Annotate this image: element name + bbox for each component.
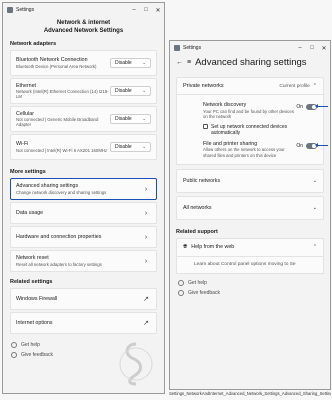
help-icon bbox=[178, 279, 184, 286]
item-title: Windows Firewall bbox=[16, 295, 58, 302]
auto-setup-checkbox[interactable] bbox=[203, 124, 208, 130]
windows-firewall-item[interactable]: Windows Firewall ↗ bbox=[10, 288, 157, 310]
get-help-link[interactable]: Get help bbox=[170, 279, 330, 286]
disable-dropdown[interactable]: Disable ⌄ bbox=[110, 142, 151, 152]
file-printer-sharing-setting: File and printer sharing Allow others on… bbox=[183, 141, 328, 158]
page-header: Network & internet Advanced Network Sett… bbox=[3, 19, 164, 35]
chevron-down-icon: ⌄ bbox=[142, 116, 146, 121]
maximize-icon[interactable]: □ bbox=[140, 3, 152, 17]
setting-desc: Allow others on the network to access yo… bbox=[203, 147, 285, 158]
network-reset-item[interactable]: Network reset Reset all network adapters… bbox=[10, 250, 157, 272]
adapter-desc: Bluetooth Device (Personal Area Network) bbox=[16, 63, 97, 69]
hardware-connection-properties-item[interactable]: Hardware and connection properties › bbox=[10, 226, 157, 248]
advanced-sharing-settings-item[interactable]: Advanced sharing settings Change network… bbox=[10, 178, 157, 200]
back-arrow-icon[interactable]: ← bbox=[176, 59, 183, 66]
setting-desc: Your PC can find and be found by other d… bbox=[203, 108, 294, 119]
page-title: Advanced sharing settings bbox=[195, 57, 307, 68]
minimize-icon[interactable]: – bbox=[128, 3, 140, 17]
minimize-icon[interactable]: – bbox=[294, 41, 306, 55]
title-bar: Settings – □ ✕ bbox=[170, 41, 330, 55]
close-icon[interactable]: ✕ bbox=[152, 3, 164, 17]
adapter-desc: Network (Intel(R) Ethernet Connection (1… bbox=[16, 89, 109, 100]
disable-dropdown[interactable]: Disable ⌄ bbox=[110, 58, 151, 68]
help-from-web-label: Help from the web bbox=[191, 244, 235, 251]
auto-setup-checkbox-row[interactable]: Set up network connected devices automat… bbox=[183, 124, 317, 136]
app-title: Settings bbox=[183, 45, 202, 51]
annotation-arrow-icon bbox=[315, 142, 328, 147]
item-desc: Reset all network adapters to factory se… bbox=[16, 261, 102, 267]
adapter-card-cellular[interactable]: Cellular Not connected | Generic Mobile … bbox=[10, 106, 157, 132]
toggle-state: On bbox=[296, 104, 303, 110]
external-link-icon: ↗ bbox=[143, 320, 149, 327]
title-bar: Settings – □ ✕ bbox=[3, 3, 164, 17]
private-networks-title: Private networks bbox=[183, 83, 224, 89]
current-profile-label: Current profile bbox=[279, 83, 310, 89]
globe-icon: 🌐︎ bbox=[183, 243, 188, 250]
app-title: Settings bbox=[16, 7, 35, 13]
data-usage-item[interactable]: Data usage › bbox=[10, 202, 157, 224]
all-networks-expander[interactable]: All networks ⌄ bbox=[176, 195, 324, 220]
external-link-icon: ↗ bbox=[143, 296, 149, 303]
settings-app-icon bbox=[7, 7, 13, 13]
section-more-settings: More settings bbox=[10, 169, 46, 175]
hamburger-menu-icon[interactable]: ≡ bbox=[187, 59, 191, 66]
chevron-right-icon: › bbox=[144, 209, 148, 217]
settings-app-icon bbox=[174, 45, 180, 51]
item-title: Hardware and connection properties bbox=[16, 233, 102, 240]
private-networks-header[interactable]: Private networks Current profile ⌃ bbox=[176, 77, 324, 95]
chevron-up-icon: ⌃ bbox=[312, 244, 317, 251]
close-icon[interactable]: ✕ bbox=[318, 41, 330, 55]
chevron-down-icon: ⌄ bbox=[142, 88, 146, 93]
item-desc: Change network discovery and sharing set… bbox=[16, 189, 107, 195]
section-network-adapters: Network adapters bbox=[10, 41, 57, 47]
checkbox-label: Set up network connected devices automat… bbox=[211, 123, 288, 136]
maximize-icon[interactable]: □ bbox=[306, 41, 318, 55]
adapter-desc: Not connected | Generic Mobile Broadband… bbox=[16, 117, 99, 128]
disable-dropdown[interactable]: Disable ⌄ bbox=[110, 114, 151, 124]
give-feedback-link[interactable]: Give feedback bbox=[170, 289, 330, 296]
network-discovery-setting: Network discovery Your PC can find and b… bbox=[183, 102, 328, 119]
annotation-arrow-icon bbox=[315, 104, 328, 108]
settings-window-left: Settings – □ ✕ Network & internet Advanc… bbox=[2, 2, 165, 394]
chevron-right-icon: › bbox=[144, 257, 148, 265]
toggle-state: On bbox=[296, 142, 303, 149]
chevron-right-icon: › bbox=[144, 233, 148, 241]
chevron-down-icon: ⌄ bbox=[312, 177, 317, 184]
adapter-card-ethernet[interactable]: Ethernet Network (Intel(R) Ethernet Conn… bbox=[10, 78, 157, 104]
item-title: Internet options bbox=[16, 319, 53, 326]
page-header: ← ≡ Advanced sharing settings bbox=[170, 57, 330, 68]
image-caption: Settings_NetworkAndInternet_Advanced_Net… bbox=[169, 391, 331, 396]
expander-label: Public networks bbox=[183, 177, 221, 184]
section-related-support: Related support bbox=[176, 228, 218, 235]
chevron-down-icon: ⌄ bbox=[142, 144, 146, 149]
public-networks-expander[interactable]: Public networks ⌄ bbox=[176, 168, 324, 193]
breadcrumb-parent[interactable]: Network & internet bbox=[3, 19, 164, 27]
section-related-settings: Related settings bbox=[10, 279, 53, 285]
chevron-up-icon: ⌃ bbox=[312, 83, 317, 89]
adapter-desc: Not connected | Intel(R) Wi-Fi 6 AX201 1… bbox=[16, 147, 108, 153]
feedback-icon bbox=[178, 289, 184, 296]
help-icon bbox=[11, 342, 17, 348]
adapter-card-bluetooth[interactable]: Bluetooth Network Connection Bluetooth D… bbox=[10, 50, 157, 76]
help-link-control-panel[interactable]: Learn about Control panel options moving… bbox=[176, 256, 324, 274]
internet-options-item[interactable]: Internet options ↗ bbox=[10, 312, 157, 334]
page-title: Advanced Network Settings bbox=[43, 28, 124, 34]
disable-dropdown[interactable]: Disable ⌄ bbox=[110, 86, 151, 96]
item-title: Data usage bbox=[16, 209, 44, 216]
settings-window-right: Settings – □ ✕ ← ≡ Advanced sharing sett… bbox=[169, 40, 331, 390]
help-from-web-expander[interactable]: 🌐︎ Help from the web ⌃ bbox=[176, 237, 324, 257]
feedback-icon bbox=[11, 352, 17, 358]
expander-label: All networks bbox=[183, 204, 212, 211]
chevron-down-icon: ⌄ bbox=[142, 60, 146, 65]
adapter-card-wifi[interactable]: Wi-Fi Not connected | Intel(R) Wi-Fi 6 A… bbox=[10, 134, 157, 160]
chevron-right-icon: › bbox=[144, 185, 148, 193]
chevron-down-icon: ⌄ bbox=[312, 204, 317, 211]
watermark-logo bbox=[119, 342, 153, 386]
